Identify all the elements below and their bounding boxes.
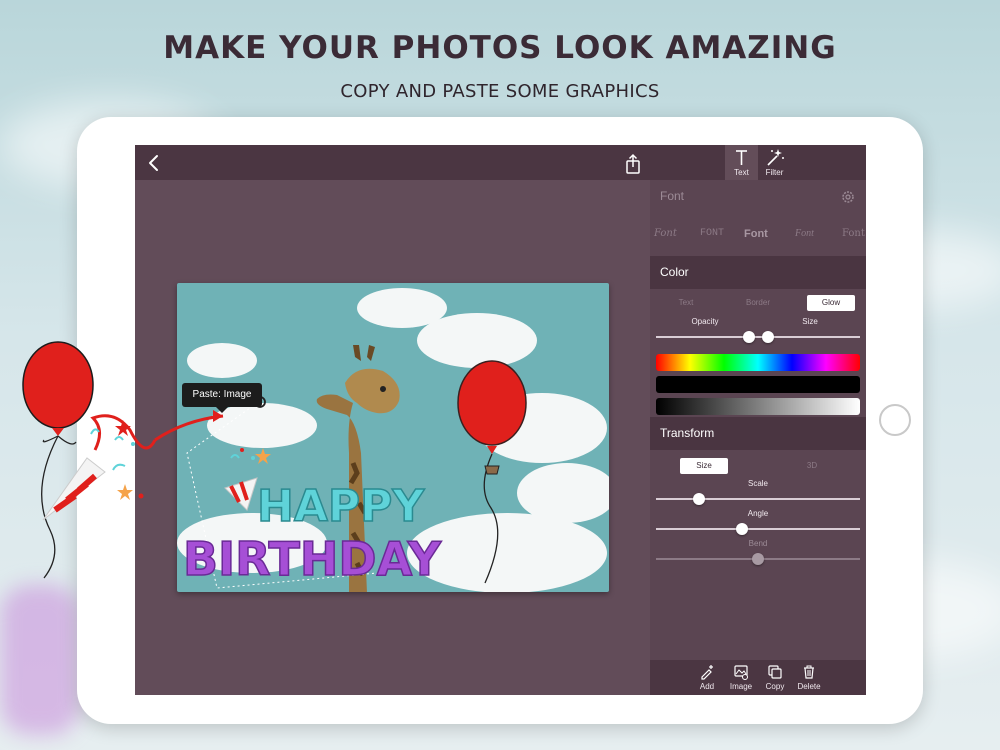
transform-mode-size[interactable]: Size	[680, 458, 728, 474]
color-mode-text[interactable]: Text	[656, 295, 716, 311]
scale-label: Scale	[747, 479, 768, 488]
transform-section-title: Transform	[660, 426, 715, 440]
marketing-headline: MAKE YOUR PHOTOS LOOK AMAZING	[163, 30, 837, 66]
text-tool-icon	[736, 150, 747, 165]
scale-slider-knob[interactable]	[693, 493, 705, 505]
add-button-label: Add	[699, 682, 715, 691]
text-settings-panel: Font Font FONT Font Font Font Color Text…	[650, 180, 866, 660]
opacity-slider-knob[interactable]	[743, 331, 755, 343]
opacity-label: Opacity	[691, 317, 719, 326]
back-button[interactable]	[145, 152, 165, 174]
magic-wand-icon	[767, 149, 784, 166]
trash-icon	[804, 665, 814, 679]
delete-button[interactable]: Delete	[792, 660, 826, 695]
copy-icon	[768, 665, 782, 679]
angle-label: Angle	[747, 509, 769, 518]
color-section-title: Color	[660, 265, 689, 279]
tab-text[interactable]: Text	[725, 145, 758, 180]
gear-icon[interactable]	[840, 189, 856, 205]
font-option[interactable]: Font	[654, 228, 677, 239]
angle-slider-track	[656, 528, 860, 530]
bend-slider-knob[interactable]	[752, 553, 764, 565]
marketing-subline: COPY AND PASTE SOME GRAPHICS	[340, 81, 660, 102]
tab-text-label: Text	[734, 168, 749, 177]
tablet-home-button	[879, 404, 911, 436]
share-icon	[626, 153, 640, 174]
font-option[interactable]: Font	[842, 228, 865, 239]
color-mode-border[interactable]: Border	[728, 295, 788, 311]
image-icon	[734, 665, 748, 680]
hue-color-bar[interactable]	[656, 354, 860, 371]
scale-slider-track	[656, 498, 860, 500]
bend-label: Bend	[748, 539, 768, 548]
top-toolbar: Text Filter	[135, 145, 866, 180]
background-purple-blob	[0, 585, 80, 735]
share-button[interactable]	[623, 153, 643, 175]
app-screen: Text Filter HAPPY BIRTHDAY Paste: Image …	[135, 145, 866, 695]
font-section-header: Font	[650, 180, 866, 213]
font-option-selected[interactable]: Font	[744, 228, 768, 240]
add-button[interactable]: Add	[690, 660, 724, 695]
tab-filter[interactable]: Filter	[758, 145, 791, 180]
birthday-text: BIRTHDAY	[183, 532, 442, 586]
balloon-sticker[interactable]	[447, 358, 537, 588]
party-popper-decoration	[42, 410, 224, 521]
photo-cloud	[187, 343, 257, 378]
copy-button[interactable]: Copy	[758, 660, 792, 695]
shade-color-bar[interactable]	[656, 376, 860, 393]
angle-slider-knob[interactable]	[736, 523, 748, 535]
image-button-label: Image	[729, 682, 753, 691]
transform-mode-3d[interactable]: 3D	[788, 458, 836, 474]
opacity-size-slider-track	[656, 336, 860, 338]
color-mode-glow[interactable]: Glow	[807, 295, 855, 311]
happy-text: HAPPY	[257, 481, 425, 532]
font-section-title: Font	[660, 189, 685, 203]
add-text-icon	[701, 665, 713, 680]
delete-button-label: Delete	[797, 682, 821, 691]
size-slider-knob[interactable]	[762, 331, 774, 343]
bottom-action-bar: Add Image Copy Delete	[650, 660, 866, 695]
chevron-left-icon	[149, 155, 158, 171]
font-option[interactable]: Font	[795, 228, 814, 239]
font-option[interactable]: FONT	[700, 228, 724, 239]
tab-filter-label: Filter	[765, 168, 784, 177]
image-button[interactable]: Image	[724, 660, 758, 695]
photo-canvas[interactable]: HAPPY BIRTHDAY	[177, 283, 609, 592]
size-label: Size	[802, 317, 818, 326]
brightness-color-bar[interactable]	[656, 398, 860, 415]
color-section-header: Color	[650, 256, 866, 289]
transform-section-header: Transform	[650, 417, 866, 450]
copy-button-label: Copy	[765, 682, 785, 691]
font-picker: Font FONT Font Font Font	[650, 213, 866, 256]
